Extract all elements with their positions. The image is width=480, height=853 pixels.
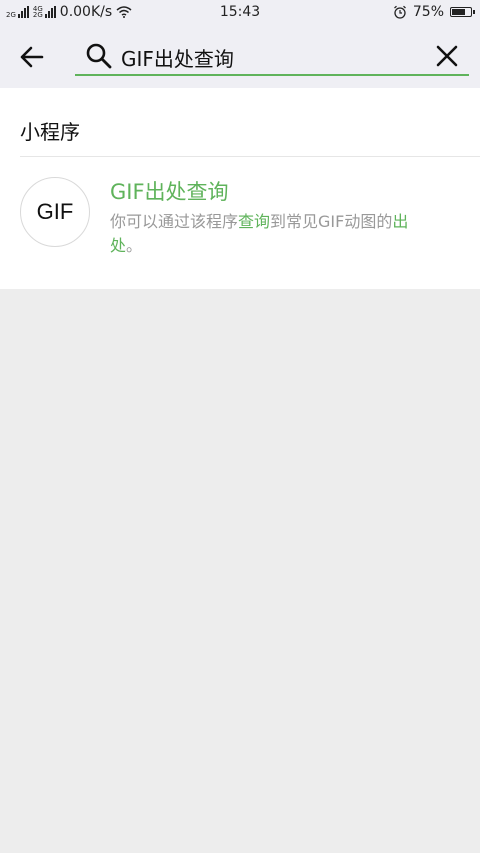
battery-fill xyxy=(452,9,465,15)
description-text: 。 xyxy=(126,236,143,255)
avatar: GIF xyxy=(20,177,90,247)
search-input[interactable] xyxy=(121,42,421,72)
status-bar: 2G 4G 2G 0.00K/s 15:43 75% xyxy=(0,0,480,26)
search-field[interactable] xyxy=(75,38,469,76)
section-title: 小程序 xyxy=(20,120,80,144)
alarm-icon xyxy=(393,5,406,19)
clear-search-button[interactable] xyxy=(433,42,461,70)
divider xyxy=(20,156,480,157)
back-button[interactable] xyxy=(16,42,48,72)
list-item[interactable]: GIF GIF出处查询 你可以通过该程序查询到常见GIF动图的出处。 xyxy=(0,158,480,289)
search-results: 小程序 GIF GIF出处查询 你可以通过该程序查询到常见GIF动图的出处。 xyxy=(0,88,480,289)
close-icon xyxy=(436,45,458,67)
search-header xyxy=(0,26,480,88)
status-right: 75% xyxy=(393,4,475,20)
description-text: 你可以通过该程序 xyxy=(110,212,239,231)
result-description: 你可以通过该程序查询到常见GIF动图的出处。 xyxy=(110,210,440,258)
battery-icon xyxy=(450,7,475,17)
arrow-left-icon xyxy=(20,46,44,68)
highlighted-text: 查询 xyxy=(238,212,271,231)
result-title: GIF出处查询 xyxy=(110,180,229,204)
search-icon xyxy=(86,43,112,69)
battery-percent: 75% xyxy=(412,4,444,20)
description-text: 到常见GIF动图的 xyxy=(270,212,393,231)
